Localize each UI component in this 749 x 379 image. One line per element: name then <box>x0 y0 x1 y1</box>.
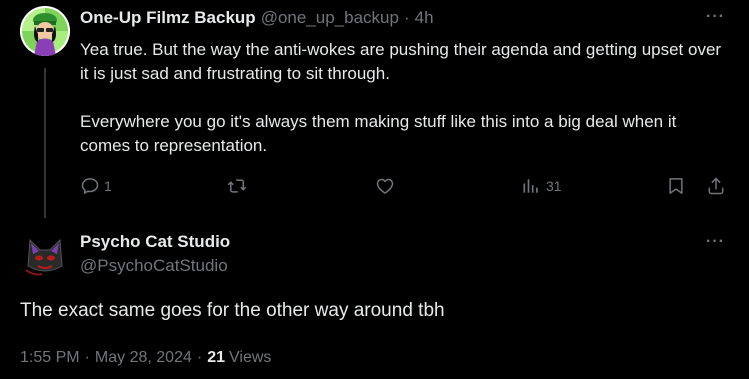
main-more-button[interactable]: ··· <box>706 233 725 251</box>
views-button[interactable]: 31 <box>520 174 562 198</box>
repost-button[interactable] <box>226 174 252 198</box>
views-summary[interactable]: 21 Views <box>207 349 271 367</box>
meta-separator-1: · <box>84 349 90 366</box>
reply-icon <box>81 178 99 194</box>
share-icon <box>708 177 724 195</box>
thread-line <box>44 68 46 218</box>
parent-display-name[interactable]: One-Up Filmz Backup <box>80 8 256 28</box>
main-avatar-image <box>20 230 70 280</box>
reply-count: 1 <box>104 178 112 194</box>
meta-separator-2: · <box>196 349 203 366</box>
main-tweet-text: The exact same goes for the other way ar… <box>20 300 445 321</box>
bookmark-button[interactable] <box>666 174 686 198</box>
share-button[interactable] <box>706 174 726 198</box>
parent-handle[interactable]: @one_up_backup <box>261 8 399 28</box>
heart-icon <box>376 178 394 194</box>
views-count: 31 <box>546 178 562 194</box>
parent-tweet-text: Yea true. But the way the anti-wokes are… <box>80 40 722 155</box>
like-button[interactable] <box>374 174 400 198</box>
tweet-time[interactable]: 1:55 PM <box>20 349 80 367</box>
tweet-meta: 1:55 PM · May 28, 2024 · 21 Views <box>20 349 271 367</box>
repost-icon <box>227 179 247 193</box>
parent-avatar-image <box>20 6 70 56</box>
views-number: 21 <box>207 349 225 366</box>
parent-separator: · <box>403 8 410 27</box>
parent-header: One-Up Filmz Backup @one_up_backup · 4h <box>80 8 434 28</box>
main-handle[interactable]: @PsychoCatStudio <box>80 256 228 276</box>
parent-time[interactable]: 4h <box>415 8 434 28</box>
bookmark-icon <box>669 178 683 194</box>
reply-button[interactable]: 1 <box>80 174 112 198</box>
main-display-name[interactable]: Psycho Cat Studio <box>80 232 230 252</box>
parent-more-button[interactable]: ··· <box>706 8 725 26</box>
analytics-icon <box>523 179 538 193</box>
main-avatar[interactable] <box>20 230 70 280</box>
views-label: Views <box>229 349 272 366</box>
parent-avatar[interactable] <box>20 6 70 56</box>
tweet-date[interactable]: May 28, 2024 <box>95 349 192 367</box>
